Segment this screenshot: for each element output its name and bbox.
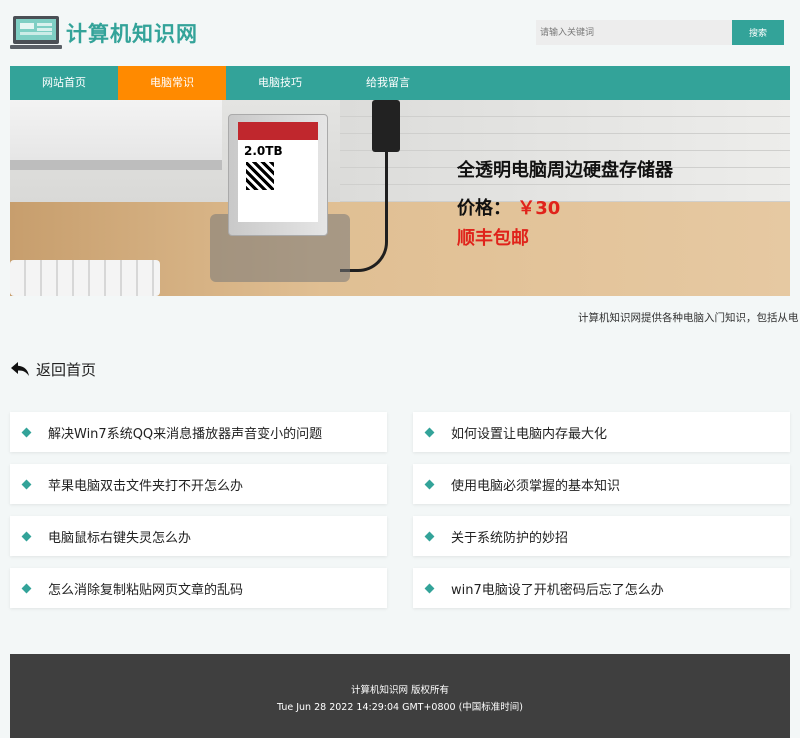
banner-drive-brand-strip (238, 122, 318, 140)
footer-copyright: 计算机知识网 版权所有 (350, 685, 450, 696)
article-item[interactable]: 如何设置让电脑内存最大化 (413, 412, 790, 452)
back-home-label: 返回首页 (36, 360, 97, 379)
banner-monitor-image (10, 100, 222, 170)
article-title[interactable]: 苹果电脑双击文件夹打不开怎么办 (48, 475, 243, 494)
article-title[interactable]: 解决Win7系统QQ来消息播放器声音变小的问题 (48, 423, 322, 442)
article-item[interactable]: 解决Win7系统QQ来消息播放器声音变小的问题 (10, 412, 387, 452)
search-button[interactable]: 搜索 (732, 20, 784, 45)
nav-item-computer-basics[interactable]: 电脑常识 (118, 66, 226, 100)
scrolling-notice-text: 计算机知识网提供各种电脑入门知识，包括从电 (578, 312, 799, 324)
banner-price-label: 价格： (457, 198, 511, 219)
article-item[interactable]: win7电脑设了开机密码后忘了怎么办 (413, 568, 790, 608)
banner-power-adapter-image (372, 100, 400, 152)
site-header: 计算机知识网 搜索 (0, 0, 800, 66)
article-title[interactable]: win7电脑设了开机密码后忘了怎么办 (451, 579, 664, 598)
article-title[interactable]: 使用电脑必须掌握的基本知识 (451, 475, 620, 494)
scrolling-notice: 计算机知识网提供各种电脑入门知识，包括从电 (0, 306, 800, 326)
article-item[interactable]: 怎么消除复制粘贴网页文章的乱码 (10, 568, 387, 608)
banner-keyboard-image (10, 260, 160, 296)
article-item[interactable]: 关于系统防护的妙招 (413, 516, 790, 556)
article-title[interactable]: 如何设置让电脑内存最大化 (451, 423, 607, 442)
nav-item-computer-tips[interactable]: 电脑技巧 (226, 66, 334, 100)
banner-price-value: ￥30 (517, 198, 561, 219)
diamond-bullet-icon (21, 479, 32, 489)
computer-monitor-icon (10, 16, 62, 49)
diamond-bullet-icon (424, 479, 435, 489)
banner-shipping: 顺丰包邮 (457, 228, 529, 249)
nav-item-home[interactable]: 网站首页 (10, 66, 118, 100)
diamond-bullet-icon (21, 531, 32, 541)
site-footer: 计算机知识网 版权所有 Tue Jun 28 2022 14:29:04 GMT… (10, 654, 790, 738)
diamond-bullet-icon (424, 531, 435, 541)
banner-qr-code-icon (246, 162, 274, 190)
diamond-bullet-icon (424, 427, 435, 437)
main-nav: 网站首页 电脑常识 电脑技巧 给我留言 (10, 66, 790, 100)
banner-price: 价格： ￥30 (457, 194, 560, 220)
article-item[interactable]: 电脑鼠标右键失灵怎么办 (10, 516, 387, 556)
reply-arrow-icon (11, 362, 29, 376)
article-item[interactable]: 苹果电脑双击文件夹打不开怎么办 (10, 464, 387, 504)
search-input[interactable] (536, 20, 732, 45)
diamond-bullet-icon (424, 583, 435, 593)
article-title[interactable]: 怎么消除复制粘贴网页文章的乱码 (48, 579, 243, 598)
diamond-bullet-icon (21, 427, 32, 437)
banner-brick-wall (340, 100, 790, 202)
footer-datetime: Tue Jun 28 2022 14:29:04 GMT+0800 (中国标准时… (276, 702, 524, 713)
banner-headline: 全透明电脑周边硬盘存储器 (457, 160, 673, 181)
article-item[interactable]: 使用电脑必须掌握的基本知识 (413, 464, 790, 504)
site-title[interactable]: 计算机知识网 (66, 18, 198, 48)
back-home-link[interactable]: 返回首页 (10, 358, 96, 380)
article-title[interactable]: 电脑鼠标右键失灵怎么办 (48, 527, 191, 546)
nav-item-guestbook[interactable]: 给我留言 (334, 66, 442, 100)
banner-drive-capacity: 2.0TB (244, 144, 283, 158)
article-title[interactable]: 关于系统防护的妙招 (451, 527, 568, 546)
diamond-bullet-icon (21, 583, 32, 593)
promo-banner[interactable]: 2.0TB 全透明电脑周边硬盘存储器 价格： ￥30 顺丰包邮 (10, 100, 790, 296)
